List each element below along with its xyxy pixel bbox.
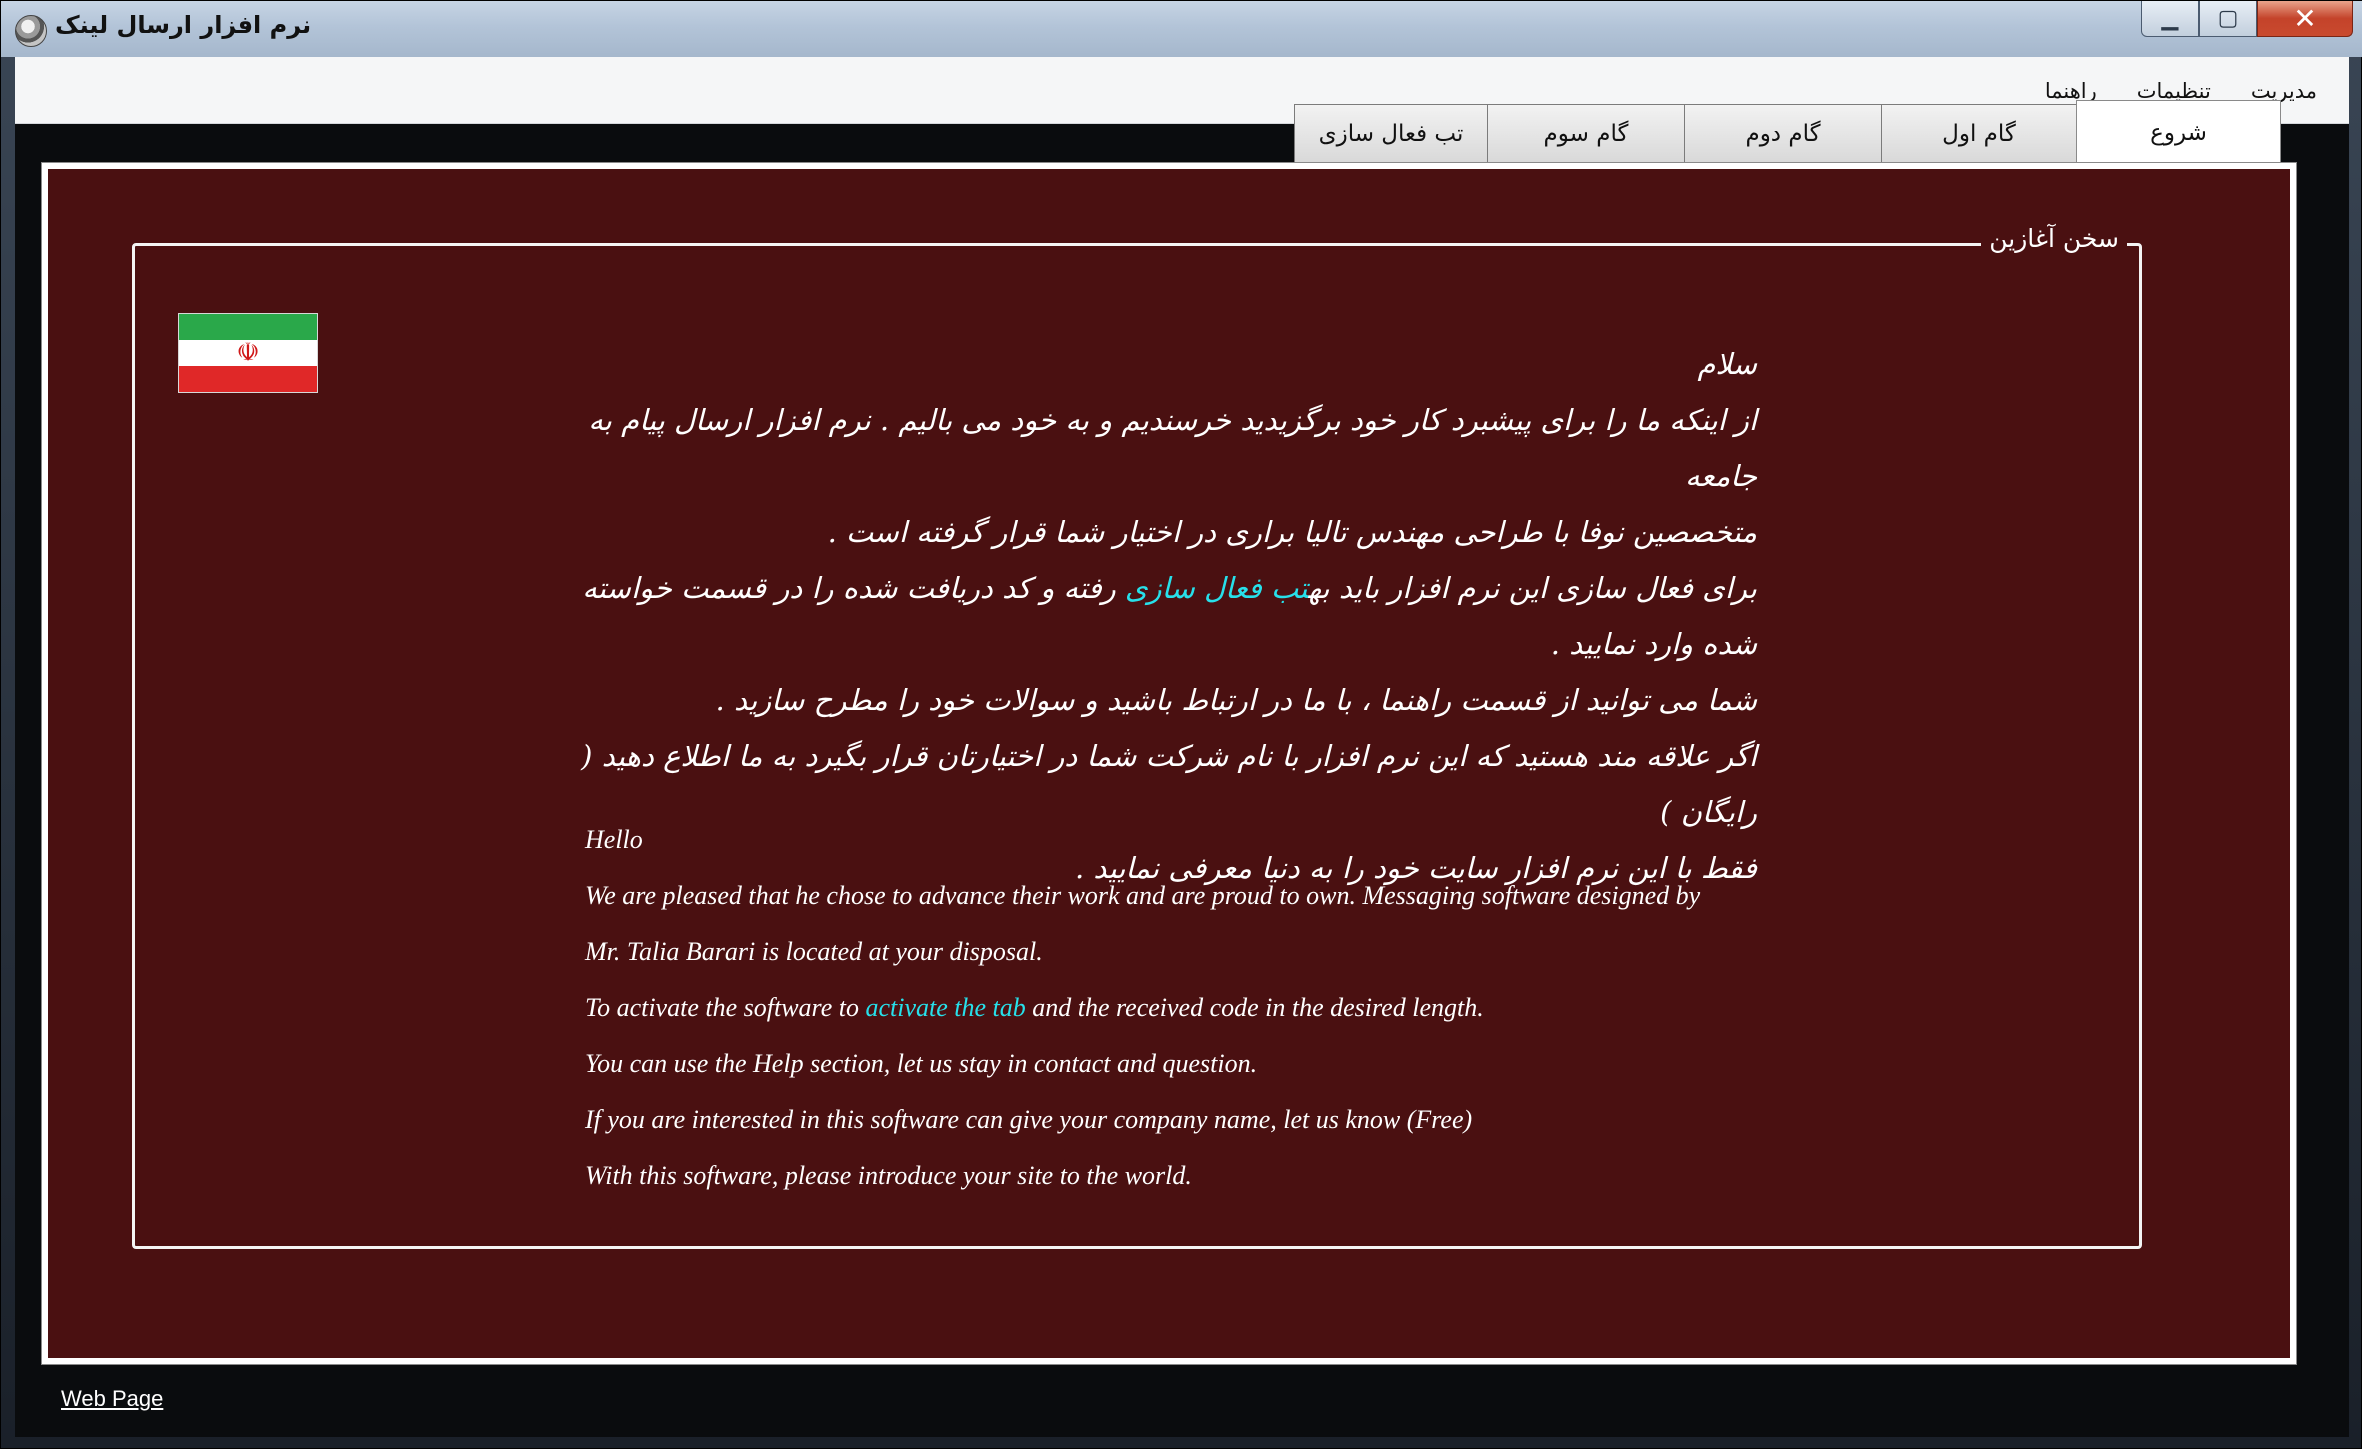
en-text-span: To activate the software to [585,993,866,1022]
en-line: If you are interested in this software c… [585,1105,1473,1134]
fa-line: شده وارد نمایید . [1550,627,1757,661]
web-page-link[interactable]: Web Page [61,1386,163,1412]
intro-groupbox: سخن آغازین ☫ سلام از اینکه ما را برای پی… [132,224,2142,1249]
fa-line: سلام [1697,347,1757,381]
main-window: نرم افزار ارسال لینک ▁ ▢ ✕ مدیریت تنظیما… [0,0,2362,1449]
fa-text-span: برای فعال سازی این نرم افزار باید به [1308,571,1757,605]
fa-line: شما می توانید از قسمت راهنما ، با ما در … [715,683,1757,717]
minimize-icon: ▁ [2161,6,2179,31]
iran-flag-icon: ☫ [179,314,317,392]
tab-step-three[interactable]: گام سوم [1487,104,1685,162]
intro-group-title: سخن آغازین [1981,224,2127,253]
fa-line: برای فعال سازی این نرم افزار باید بهتب ف… [557,560,1757,616]
en-line: Mr. Talia Barari is located at your disp… [585,937,1043,966]
window-controls: ▁ ▢ ✕ [2141,1,2353,39]
tab-step-one[interactable]: گام اول [1881,104,2077,162]
en-line: Hello [585,825,643,854]
fa-text-span: رفته و کد دریافت شده را در قسمت خواسته [582,571,1116,605]
english-intro-text: Hello We are pleased that he chose to ad… [585,812,1865,1204]
tab-step-two[interactable]: گام دوم [1684,104,1882,162]
en-text-span: and the received code in the desired len… [1025,993,1484,1022]
tab-start[interactable]: شروع [2076,100,2281,164]
tab-activation[interactable]: تب فعال سازی [1294,104,1488,162]
en-line: We are pleased that he chose to advance … [585,881,1701,910]
en-line: With this software, please introduce you… [585,1161,1192,1190]
en-line: You can use the Help section, let us sta… [585,1049,1258,1078]
maximize-button[interactable]: ▢ [2199,1,2257,37]
activation-tab-link-fa[interactable]: تب فعال سازی [1125,571,1308,605]
title-bar[interactable]: نرم افزار ارسال لینک ▁ ▢ ✕ [1,1,2362,57]
fa-line: متخصصین نوفا با طراحی مهندس تالیا براری … [827,515,1757,549]
fa-line: از اینکه ما را برای پیشبرد کار خود برگزی… [588,403,1757,493]
tab-strip: تب فعال سازی گام سوم گام دوم گام اول شرو… [1294,100,2281,164]
en-line: To activate the software to activate the… [585,980,1865,1036]
window-title: نرم افزار ارسال لینک [55,11,312,39]
emblem-icon: ☫ [236,337,260,368]
maximize-icon: ▢ [2217,6,2239,31]
tab-panel-start: سخن آغازین ☫ سلام از اینکه ما را برای پی… [41,162,2297,1365]
close-button[interactable]: ✕ [2257,1,2353,37]
activation-tab-link-en[interactable]: activate the tab [865,993,1025,1022]
app-icon[interactable] [15,15,47,47]
close-icon: ✕ [2293,2,2317,35]
minimize-button[interactable]: ▁ [2141,1,2199,37]
panel-background: سخن آغازین ☫ سلام از اینکه ما را برای پی… [48,169,2290,1358]
